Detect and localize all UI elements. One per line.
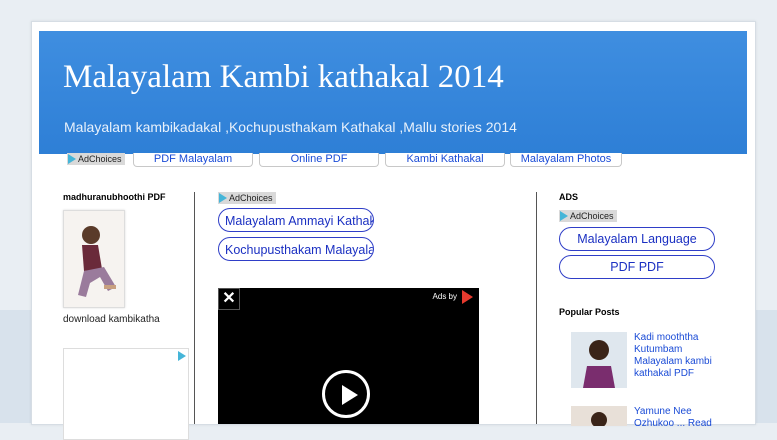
ad-link-ammayi-kathakal[interactable]: Malayalam Ammayi Kathakal <box>218 208 374 232</box>
nav-link-pdf-malayalam[interactable]: PDF Malayalam <box>133 153 253 167</box>
blog-title[interactable]: Malayalam Kambi kathakal 2014 <box>63 57 504 97</box>
image-caption: download kambikatha <box>63 314 160 325</box>
left-sidebar: madhuranubhoothi PDF download kambikatha <box>63 192 193 440</box>
popular-posts-title: Popular Posts <box>559 307 620 317</box>
adchoices-label: AdChoices <box>570 211 614 221</box>
widget-title: madhuranubhoothi PDF <box>63 192 166 202</box>
video-ad-player[interactable]: ✕ Ads by <box>218 288 479 424</box>
right-sidebar: ADS AdChoices Malayalam Language PDF PDF… <box>559 192 729 429</box>
ads-title: ADS <box>559 192 579 202</box>
post-thumbnail[interactable] <box>571 332 627 388</box>
post-thumbnail[interactable] <box>571 406 627 426</box>
nav-link-kambi-kathakal[interactable]: Kambi Kathakal <box>385 153 505 167</box>
adchoices-badge[interactable]: AdChoices <box>218 192 276 204</box>
adchoices-icon <box>560 211 568 221</box>
ad-link-kochupusthakam[interactable]: Kochupusthakam Malayalam <box>218 237 374 261</box>
close-icon[interactable]: ✕ <box>218 288 240 310</box>
adchoices-label: AdChoices <box>78 154 122 164</box>
play-icon <box>342 385 358 405</box>
ads-by-label: Ads by <box>432 292 457 301</box>
play-button[interactable] <box>322 370 370 418</box>
person-portrait-image <box>571 332 627 388</box>
ads-logo-icon[interactable] <box>462 290 473 304</box>
adchoices-icon <box>219 193 227 203</box>
adchoices-badge[interactable]: AdChoices <box>67 153 125 165</box>
top-navigation: AdChoices PDF Malayalam Online PDF Kambi… <box>67 153 747 169</box>
blog-description: Malayalam kambikadakal ,Kochupusthakam K… <box>64 119 517 135</box>
adchoices-icon <box>68 154 76 164</box>
post-link[interactable]: Yamune Nee Ozhukoo ... Read <box>634 406 724 430</box>
ad-link-pdf-pdf[interactable]: PDF PDF <box>559 255 715 279</box>
nav-link-online-pdf[interactable]: Online PDF <box>259 153 379 167</box>
adchoices-label: AdChoices <box>229 193 273 203</box>
adchoices-icon[interactable] <box>178 351 186 361</box>
person-portrait-image <box>571 406 627 426</box>
person-figure-image <box>64 211 124 307</box>
column-divider-left <box>194 192 195 424</box>
nav-link-malayalam-photos[interactable]: Malayalam Photos <box>510 153 622 167</box>
post-link[interactable]: Kadi mooththa Kutumbam Malayalam kambi k… <box>634 332 724 380</box>
blog-page: Malayalam Kambi kathakal 2014 Malayalam … <box>31 21 756 440</box>
column-divider-right <box>536 192 537 424</box>
ad-box[interactable] <box>63 348 189 440</box>
blog-header: Malayalam Kambi kathakal 2014 Malayalam … <box>39 31 747 154</box>
ad-link-malayalam-language[interactable]: Malayalam Language <box>559 227 715 251</box>
profile-image[interactable] <box>63 210 125 308</box>
adchoices-badge[interactable]: AdChoices <box>559 210 617 222</box>
